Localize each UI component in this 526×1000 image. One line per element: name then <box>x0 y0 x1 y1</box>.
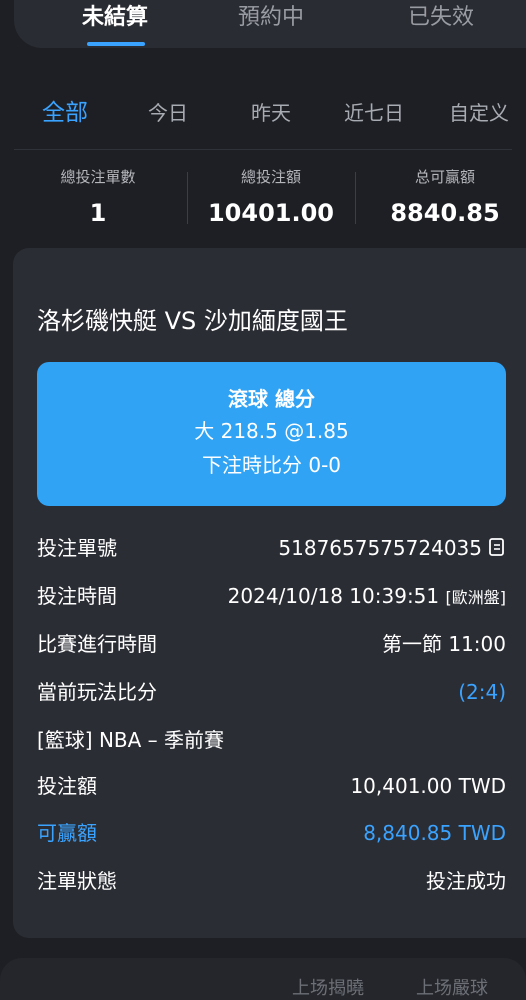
match-title: 洛杉磯快艇 VS 沙加緬度國王 <box>37 307 348 335</box>
summary-count: 總投注單數 1 <box>13 166 183 228</box>
current-score-row: 當前玩法比分 (2:4) <box>37 676 506 708</box>
bet-score-at-placement: 下注時比分 0-0 <box>201 453 342 477</box>
tab-reserved[interactable]: 預約中 <box>206 2 336 34</box>
game-time-value: 第一節 11:00 <box>382 632 506 656</box>
status-tabs: 未結算 預約中 已失效 <box>14 0 526 48</box>
win-value: 8,840.85 TWD <box>363 821 506 845</box>
filter-custom[interactable]: 自定义 <box>446 96 512 130</box>
bet-time-row: 投注時間 2024/10/18 10:39:51 [歐洲盤] <box>37 580 506 612</box>
bet-card: 洛杉磯快艇 VS 沙加緬度國王 滾球 總分 大 218.5 @1.85 下注時比… <box>13 248 526 938</box>
summary-count-value: 1 <box>89 199 107 227</box>
status-row: 注單狀態 投注成功 <box>37 865 506 897</box>
filter-divider <box>14 149 512 150</box>
bet-time: 2024/10/18 10:39:51 <box>227 584 440 608</box>
tab-unsettled[interactable]: 未結算 <box>50 2 180 34</box>
status-label: 注單狀態 <box>37 869 117 893</box>
game-time-label: 比賽進行時間 <box>37 632 157 656</box>
bet-selection-box: 滾球 總分 大 218.5 @1.85 下注時比分 0-0 <box>37 362 506 506</box>
summary-amount-value: 10401.00 <box>207 199 334 227</box>
ticket-number-label: 投注單號 <box>37 536 117 560</box>
summary-win-value: 8840.85 <box>390 199 500 227</box>
filter-last-7-days[interactable]: 近七日 <box>341 96 407 130</box>
bottom-sheet: 上场揭曉 上场嚴球 <box>0 958 526 1000</box>
summary-win: 总可贏額 8840.85 <box>360 166 526 228</box>
bet-selection: 大 218.5 @1.85 <box>194 419 349 443</box>
filter-all[interactable]: 全部 <box>38 96 92 130</box>
ticket-number: 5187657575724035 <box>278 536 482 560</box>
bet-type: 滾球 總分 <box>228 387 315 411</box>
stake-label: 投注額 <box>37 774 97 798</box>
bottom-link-left[interactable]: 上场揭曉 <box>292 974 364 1000</box>
league-row: [籃球] NBA – 季前賽 <box>37 724 506 756</box>
win-row: 可贏額 8,840.85 TWD <box>37 817 506 849</box>
game-time-row: 比賽進行時間 第一節 11:00 <box>37 628 506 660</box>
summary-win-label: 总可贏額 <box>414 168 475 186</box>
stake-row: 投注額 10,401.00 TWD <box>37 770 506 802</box>
active-tab-indicator <box>87 42 145 46</box>
current-score-value: (2:4) <box>458 680 506 704</box>
league-label: [籃球] NBA – 季前賽 <box>37 728 225 752</box>
filter-today[interactable]: 今日 <box>146 96 190 130</box>
ticket-number-value: 5187657575724035 <box>278 532 506 566</box>
bet-time-value: 2024/10/18 10:39:51 [歐洲盤] <box>228 580 506 614</box>
copy-icon[interactable] <box>488 534 506 566</box>
summary-count-label: 總投注單數 <box>60 168 136 186</box>
win-label: 可贏額 <box>37 821 97 845</box>
summary-separator <box>355 172 356 224</box>
stake-value: 10,401.00 TWD <box>350 774 506 798</box>
ticket-number-row: 投注單號 5187657575724035 <box>37 532 506 564</box>
filter-yesterday[interactable]: 昨天 <box>249 96 293 130</box>
summary-amount: 總投注額 10401.00 <box>186 166 356 228</box>
tab-expired[interactable]: 已失效 <box>376 2 506 34</box>
summary-amount-label: 總投注額 <box>240 168 301 186</box>
odds-format: [歐洲盤] <box>445 588 507 607</box>
current-score-label: 當前玩法比分 <box>37 680 157 704</box>
bottom-link-right[interactable]: 上场嚴球 <box>416 974 488 1000</box>
status-value: 投注成功 <box>426 869 506 893</box>
bet-time-label: 投注時間 <box>37 584 117 608</box>
